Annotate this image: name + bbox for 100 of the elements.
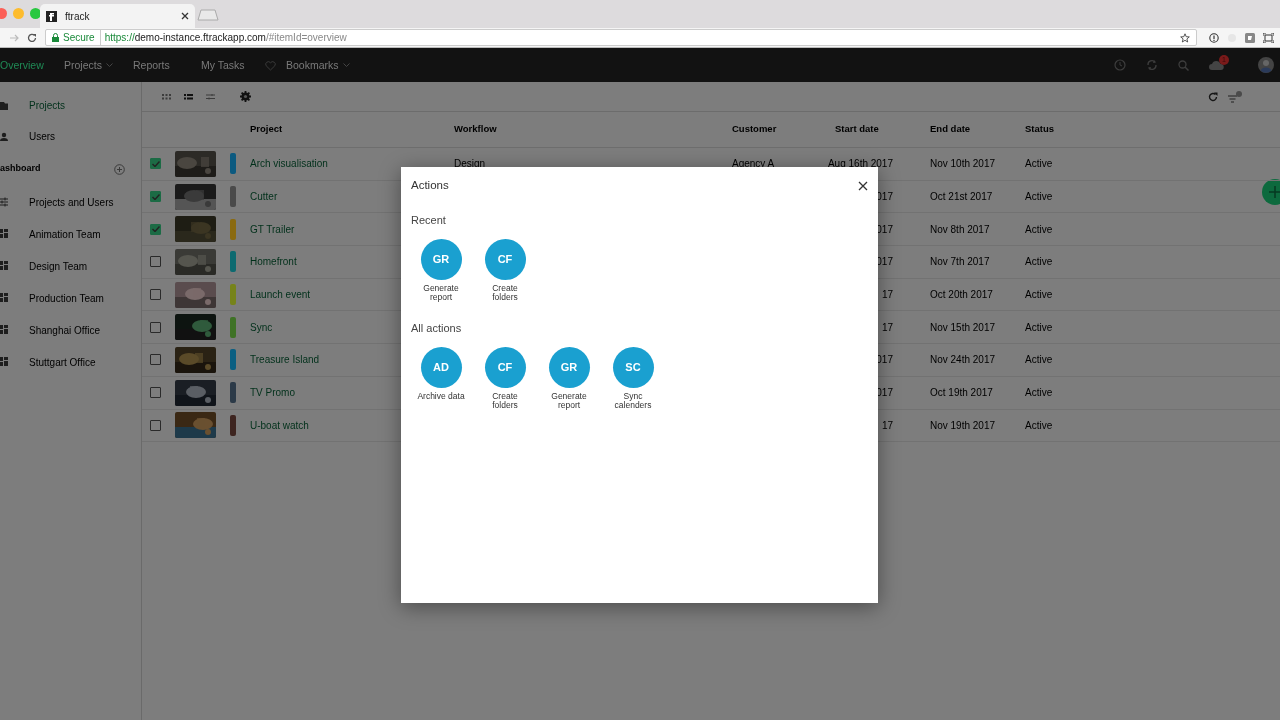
sidebar-item[interactable]: Users [0, 121, 141, 152]
caret-icon [342, 63, 350, 69]
dashboard-icon [0, 229, 8, 239]
fullscreen-icon[interactable] [1263, 32, 1274, 43]
sidebar-item[interactable]: Production Team [0, 282, 141, 314]
table-cell-text: Active [1025, 222, 1053, 237]
project-link[interactable]: U-boat watch [250, 417, 309, 433]
action-button[interactable]: CF Create folders [475, 346, 535, 411]
column-header: Start date [835, 122, 879, 137]
check-icon [151, 226, 160, 233]
action-label: Generate report [550, 391, 588, 411]
table-cell-text: Active [1025, 255, 1053, 270]
action-label: Create folders [491, 391, 519, 411]
dashboard-icon [0, 357, 8, 367]
reload-icon[interactable] [27, 32, 37, 43]
row-checkbox[interactable] [150, 419, 161, 431]
refresh-icon[interactable] [1208, 91, 1218, 102]
table-cell-text: Agency A [732, 157, 775, 172]
table-cell-text: Active [1025, 386, 1053, 401]
project-link[interactable]: Homefront [250, 254, 297, 270]
dialog-title: Actions [411, 178, 449, 193]
heart-icon [265, 60, 276, 71]
table-cell-text: Oct 21st 2017 [930, 190, 993, 205]
close-button[interactable] [858, 180, 868, 191]
sidebar-item[interactable]: Animation Team [0, 218, 141, 250]
table-cell-text: Nov 24th 2017 [930, 353, 996, 368]
row-checkbox[interactable] [150, 256, 161, 268]
action-label: Generate report [422, 283, 460, 303]
table-cell-text: Nov 8th 2017 [930, 222, 990, 237]
table-cell-text: Active [1025, 288, 1053, 303]
url-text: https://demo-instance.ftrackapp.com/#itemId=overview [104, 31, 348, 45]
nav-tab[interactable]: Reports [133, 58, 170, 74]
action-label: Sync calenders [613, 391, 653, 411]
section-title: All actions [411, 321, 463, 337]
plus-icon [1269, 186, 1280, 198]
action-circle: AD [420, 346, 462, 388]
row-checkbox[interactable] [150, 321, 161, 333]
address-bar[interactable]: Secure https://demo-instance.ftrackapp.com/#itemId=overview [45, 29, 1197, 46]
cloud-icon[interactable] [1209, 60, 1224, 70]
list-view-icon[interactable] [184, 93, 193, 100]
tab-title: ftrack [65, 9, 91, 24]
app-logo-icon [46, 10, 57, 22]
sidebar-item[interactable]: Stuttgart Office [0, 346, 141, 378]
row-checkbox[interactable] [150, 158, 161, 170]
sidebar-item[interactable]: Shanghai Office [0, 314, 141, 346]
action-button[interactable]: CF Create folders [475, 238, 535, 303]
filter-icon[interactable] [1228, 90, 1242, 103]
grid-view-icon[interactable] [162, 93, 171, 100]
action-button[interactable]: GR Generate report [411, 238, 471, 303]
project-link[interactable]: TV Promo [250, 385, 295, 401]
nav-tab[interactable]: Projects [64, 58, 113, 74]
sidebar-item[interactable]: Design Team [0, 250, 141, 282]
person-icon [0, 131, 8, 142]
avatar-icon[interactable] [1258, 57, 1274, 73]
action-circle: CF [484, 346, 526, 388]
project-link[interactable]: Cutter [250, 189, 278, 205]
add-circle-icon[interactable] [114, 163, 125, 175]
action-circle: GR [420, 238, 462, 280]
column-header: Workflow [454, 122, 497, 137]
action-button[interactable]: SC Sync calenders [603, 346, 663, 411]
nav-tab[interactable]: My Tasks [201, 58, 245, 74]
sliders-icon [0, 197, 8, 207]
project-link[interactable]: Launch event [250, 287, 311, 303]
action-button[interactable]: GR Generate report [539, 346, 599, 411]
section-title: Recent [411, 213, 447, 229]
action-button[interactable]: AD Archive data [411, 346, 471, 411]
column-header: Status [1025, 122, 1055, 137]
sidebar-item[interactable]: Projects and Users [0, 186, 141, 218]
project-link[interactable]: Arch visualisation [250, 156, 328, 172]
sidebar-item[interactable]: Projects [0, 90, 141, 121]
action-circle: SC [612, 346, 654, 388]
table-cell-text: Oct 19th 2017 [930, 386, 993, 401]
project-link[interactable]: Treasure Island [250, 352, 320, 368]
nav-tab[interactable]: Bookmarks [265, 58, 350, 74]
nav-tab[interactable]: Overview [0, 58, 44, 74]
row-checkbox[interactable] [150, 289, 161, 301]
dashboard-icon [0, 293, 8, 303]
close-icon[interactable] [181, 12, 189, 20]
table-cell-text: Nov 19th 2017 [930, 418, 996, 433]
table-cell-text: Nov 15th 2017 [930, 320, 996, 335]
dashboard-icon [0, 325, 8, 335]
info-icon[interactable] [1209, 32, 1219, 43]
folder-icon [0, 100, 8, 111]
extension-icon[interactable] [1245, 32, 1255, 43]
row-checkbox[interactable] [150, 191, 161, 203]
table-cell-text: Active [1025, 320, 1053, 335]
table-cell-text: Oct 20th 2017 [930, 288, 993, 303]
row-checkbox[interactable] [150, 223, 161, 235]
project-link[interactable]: GT Trailer [250, 221, 295, 237]
column-header: Customer [732, 122, 777, 137]
check-icon [151, 160, 160, 167]
column-header: Project [250, 122, 283, 137]
table-cell-text: Active [1025, 190, 1053, 205]
row-checkbox[interactable] [150, 387, 161, 399]
star-icon[interactable] [1180, 32, 1190, 43]
project-link[interactable]: Sync [250, 319, 273, 335]
browser-tab[interactable]: ftrack [40, 4, 195, 28]
gear-icon[interactable] [240, 91, 251, 102]
row-checkbox[interactable] [150, 354, 161, 366]
sliders-view-icon[interactable] [206, 93, 215, 100]
